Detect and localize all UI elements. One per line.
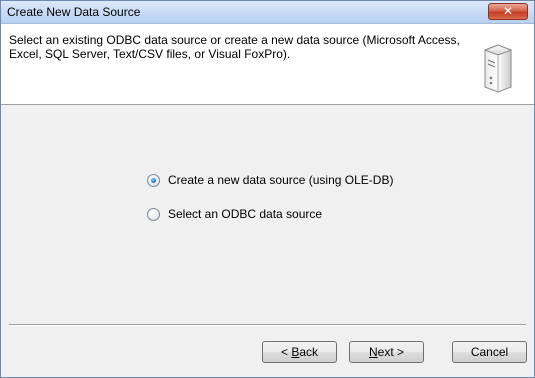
close-icon: ✕ [502,4,514,18]
back-prefix: < [280,345,292,359]
database-server-icon [483,44,513,93]
radio-odbc[interactable] [147,207,160,221]
option-ole-db[interactable]: Create a new data source (using OLE-DB) [147,172,393,188]
cancel-button[interactable]: Cancel [452,341,527,363]
back-rest: ack [299,345,319,359]
next-button[interactable]: Next > [349,341,424,363]
back-button[interactable]: < Back [262,341,337,363]
next-rest: ext > [377,345,405,359]
title-bar[interactable]: Create New Data Source ✕ [1,1,534,24]
radio-ole-db[interactable] [147,173,160,187]
dialog-window: Create New Data Source ✕ Select an exist… [0,0,535,378]
next-mnemonic: N [368,345,378,359]
options-panel: Create a new data source (using OLE-DB) … [1,105,534,320]
button-separator [9,324,526,326]
option-odbc-label[interactable]: Select an ODBC data source [168,207,322,221]
close-button[interactable]: ✕ [488,3,528,20]
dialog-header: Select an existing ODBC data source or c… [1,24,534,105]
option-ole-db-label[interactable]: Create a new data source (using OLE-DB) [168,173,393,187]
window-title: Create New Data Source [7,5,141,19]
header-description: Select an existing ODBC data source or c… [9,33,460,61]
option-odbc[interactable]: Select an ODBC data source [147,206,322,222]
